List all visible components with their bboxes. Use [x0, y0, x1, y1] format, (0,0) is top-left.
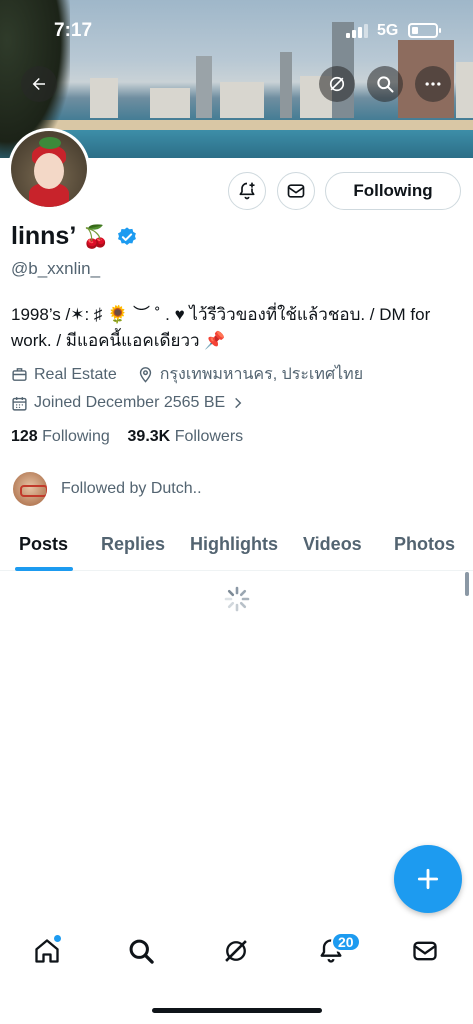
- notify-button[interactable]: [228, 172, 266, 210]
- nav-messages[interactable]: [408, 934, 442, 968]
- battery-icon: [408, 23, 441, 38]
- profile-tabs: Posts Replies Highlights Videos Photos: [0, 520, 473, 571]
- back-button[interactable]: [21, 66, 57, 102]
- profile-category[interactable]: Real Estate: [34, 366, 117, 384]
- profile-meta: Real Estate กรุงเทพมหานคร, ประเทศไทย: [11, 362, 377, 387]
- grok-icon: [225, 940, 247, 962]
- nav-grok[interactable]: [219, 934, 253, 968]
- nav-search[interactable]: [124, 934, 158, 968]
- briefcase-icon: [12, 368, 27, 381]
- followers-link[interactable]: 39.3K Followers: [128, 428, 244, 445]
- scrollbar[interactable]: [465, 572, 469, 596]
- notifications-badge: 20: [331, 932, 361, 952]
- home-indicator: [152, 1008, 322, 1013]
- bell-plus-icon: [239, 182, 255, 200]
- tab-replies[interactable]: Replies: [101, 534, 165, 555]
- compose-button[interactable]: [394, 845, 462, 913]
- signal-icon: [346, 24, 368, 38]
- search-icon: [377, 76, 394, 93]
- followers-count: 39.3K: [127, 428, 171, 445]
- arrow-left-icon: [32, 78, 45, 90]
- loading-spinner-icon: [224, 586, 250, 612]
- grok-icon: [329, 76, 345, 92]
- profile-bio: 1998’s /✶: ♯ 🌻 ︶ ˚ . ♥ ไว้รีวิวของที่ใช้…: [11, 302, 463, 354]
- bio-line: work. / มีแอคนี้แอคเดียวว 📌: [11, 331, 226, 350]
- grok-button[interactable]: [319, 66, 355, 102]
- name-emoji: 🍒: [82, 223, 110, 249]
- following-link[interactable]: 128 Following: [11, 428, 110, 445]
- chevron-right-icon: [235, 397, 242, 409]
- home-unread-dot: [54, 935, 61, 942]
- followed-by[interactable]: Followed by Dutch..: [11, 470, 202, 508]
- tab-videos[interactable]: Videos: [303, 534, 362, 555]
- following-label: Following: [42, 428, 110, 445]
- follow-counts: 128 Following 39.3K Followers: [11, 428, 243, 446]
- active-tab-indicator: [15, 567, 73, 571]
- tab-posts[interactable]: Posts: [19, 534, 68, 555]
- plus-icon: [417, 868, 439, 890]
- calendar-icon: [12, 396, 27, 411]
- following-button[interactable]: Following: [325, 172, 461, 210]
- status-time: 7:17: [54, 20, 93, 41]
- tab-highlights[interactable]: Highlights: [190, 534, 278, 555]
- profile-handle: @b_xxnlin_: [11, 259, 101, 278]
- network-label: 5G: [377, 22, 399, 39]
- profile-location: กรุงเทพมหานคร, ประเทศไทย: [159, 366, 364, 383]
- tab-photos[interactable]: Photos: [394, 534, 455, 555]
- verified-badge-icon[interactable]: [116, 226, 138, 248]
- more-button[interactable]: [415, 66, 451, 102]
- profile-joined[interactable]: Joined December 2565 BE: [11, 394, 245, 412]
- profile-name: linns’ 🍒: [11, 222, 138, 251]
- followed-by-text: Followed by Dutch..: [61, 480, 202, 497]
- envelope-icon: [287, 184, 305, 198]
- joined-date: Joined December 2565 BE: [34, 394, 226, 411]
- bottom-nav: [0, 922, 473, 982]
- bio-line: 1998’s /✶: ♯ 🌻 ︶ ˚ . ♥ ไว้รีวิวของที่ใช้…: [11, 305, 431, 324]
- more-icon: [425, 82, 441, 86]
- message-button[interactable]: [277, 172, 315, 210]
- status-bar: 7:17 5G: [0, 18, 473, 46]
- envelope-icon: [413, 941, 437, 961]
- follower-avatar: [11, 470, 49, 508]
- followers-label: Followers: [174, 428, 244, 445]
- display-name: linns’: [11, 222, 77, 250]
- search-button[interactable]: [367, 66, 403, 102]
- avatar[interactable]: [8, 128, 90, 210]
- location-pin-icon: [139, 367, 151, 383]
- search-icon: [129, 939, 154, 964]
- following-count: 128: [11, 428, 38, 445]
